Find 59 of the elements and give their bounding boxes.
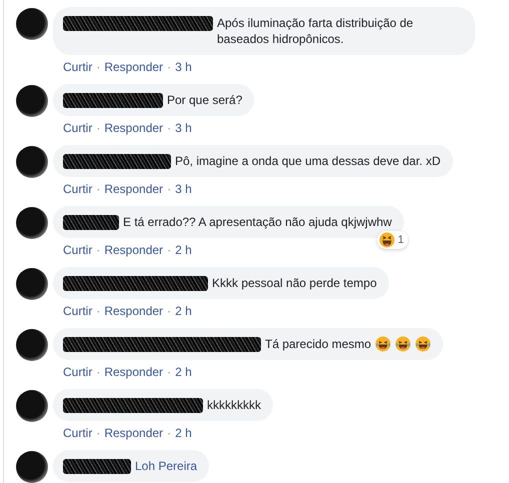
separator-dot: · <box>167 425 172 441</box>
timestamp[interactable]: 3 h <box>175 181 192 197</box>
action-link[interactable]: Curtir <box>63 425 92 441</box>
redaction-scribble <box>63 215 119 230</box>
action-link[interactable]: Responder <box>104 181 164 197</box>
avatar[interactable] <box>16 146 48 178</box>
comment-text: Tá parecido mesmo <box>265 336 372 352</box>
separator-dot: · <box>96 242 100 258</box>
reaction-badge[interactable]: 1 <box>376 231 408 249</box>
separator-dot: · <box>96 303 100 319</box>
separator-dot: · <box>96 59 100 75</box>
comment-text: kkkkkkkkk <box>207 397 261 413</box>
action-link[interactable]: Curtir <box>63 303 92 319</box>
action-link[interactable]: Responder <box>104 425 164 441</box>
timestamp[interactable]: 2 h <box>175 303 192 319</box>
commenter-name[interactable]: Loh Pereira <box>135 458 198 474</box>
action-link[interactable]: Responder <box>104 242 164 258</box>
separator-dot: · <box>167 303 172 319</box>
laughing-tears-emoji-icon <box>395 336 412 352</box>
action-link[interactable]: Responder <box>104 59 164 75</box>
comment-text: Por que será? <box>167 92 242 108</box>
comment-text: Kkkk pessoal não perde tempo <box>212 275 377 291</box>
reaction-count: 1 <box>398 233 404 248</box>
separator-dot: · <box>96 120 100 136</box>
avatar[interactable] <box>16 207 48 239</box>
timestamp[interactable]: 2 h <box>175 242 192 258</box>
action-link[interactable]: Responder <box>104 303 164 319</box>
avatar[interactable] <box>16 85 48 117</box>
timestamp[interactable]: 2 h <box>175 425 192 441</box>
comment-text: Pô, imagine a onda que uma dessas deve dar. xD <box>175 153 440 169</box>
timestamp[interactable]: 3 h <box>175 120 192 136</box>
comment-text: E tá errado?? A apresentação não ajuda qkjwjwhw <box>123 214 392 230</box>
action-link[interactable]: Curtir <box>63 242 92 258</box>
action-link[interactable]: Curtir <box>63 59 92 75</box>
action-link[interactable]: Curtir <box>63 364 92 380</box>
separator-dot: · <box>167 59 172 75</box>
avatar[interactable] <box>16 8 48 40</box>
avatar[interactable] <box>16 390 48 422</box>
laughing-tears-emoji-icon <box>375 336 392 352</box>
separator-dot: · <box>167 242 172 258</box>
separator-dot: · <box>96 425 100 441</box>
avatar[interactable] <box>16 268 48 300</box>
action-link[interactable]: Responder <box>104 120 164 136</box>
timestamp[interactable]: 3 h <box>175 59 192 75</box>
redaction-scribble <box>63 459 131 474</box>
timestamp[interactable]: 2 h <box>175 364 192 380</box>
comment-text: Após iluminação farta distribuição de baseados hidropônicos. <box>217 15 414 47</box>
separator-dot: · <box>96 364 100 380</box>
separator-dot: · <box>96 181 100 197</box>
action-link[interactable]: Curtir <box>63 120 92 136</box>
action-link[interactable]: Curtir <box>63 181 92 197</box>
avatar[interactable] <box>16 451 48 483</box>
separator-dot: · <box>167 181 172 197</box>
laughing-emoji-icon <box>378 232 395 248</box>
laughing-tears-emoji-icon <box>415 336 432 352</box>
separator-dot: · <box>167 120 172 136</box>
action-link[interactable]: Responder <box>104 364 164 380</box>
avatar[interactable] <box>16 329 48 361</box>
separator-dot: · <box>167 364 172 380</box>
